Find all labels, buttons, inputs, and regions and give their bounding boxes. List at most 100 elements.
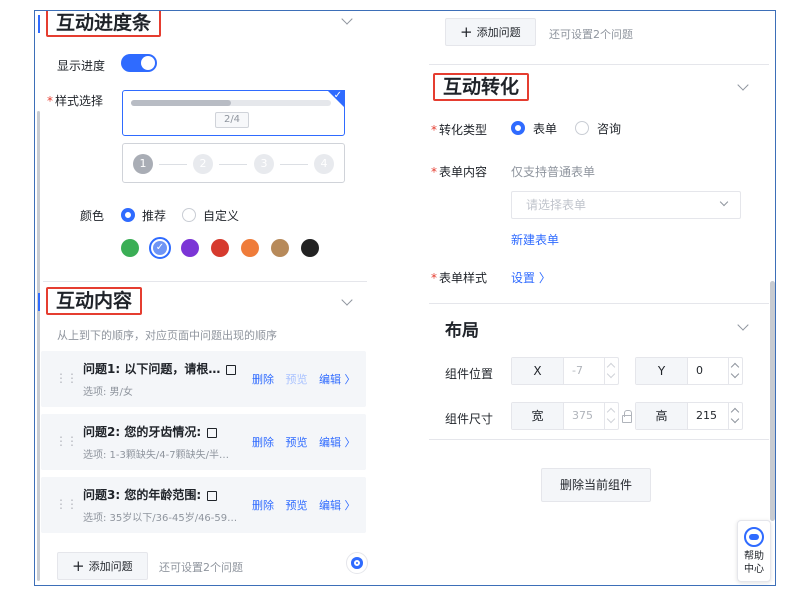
type-form-label: 表单 [533,122,558,136]
step-connector [159,164,187,165]
add-question-button[interactable]: + 添加问题 [445,18,536,46]
question-actions: 删除 预览 编辑 〉 [252,371,364,387]
color-swatch[interactable] [271,239,289,257]
height-stepper[interactable] [728,403,742,429]
style-option-bar[interactable]: 2/4 ✓ [122,90,345,136]
show-progress-toggle[interactable] [121,54,157,72]
right-scrollbar[interactable] [770,281,775,521]
drag-handle-icon[interactable]: ⋮⋮ [55,371,78,385]
color-swatch[interactable] [121,239,139,257]
drag-handle-icon[interactable]: ⋮⋮ [55,434,78,448]
edit-icon[interactable] [226,364,237,375]
question-item[interactable]: ⋮⋮ 问题1: 以下问题，请根… 选项: 男/女 删除 预览 编辑 〉 [41,351,366,407]
width-value: 375 [572,409,593,422]
edit-link[interactable]: 编辑 〉 [319,499,356,512]
chevron-down-icon[interactable] [737,319,749,331]
delete-link[interactable]: 删除 [252,436,274,449]
step-4: 4 [314,154,334,174]
form-content-hint: 仅支持普通表单 [511,165,596,179]
size-height-input[interactable]: 高 215 [635,402,743,430]
progress-section-title: 互动进度条 [46,11,162,37]
width-stepper[interactable] [604,403,618,429]
lock-icon[interactable] [622,410,632,423]
plus-icon: + [72,557,85,575]
chevron-down-icon[interactable] [341,13,353,25]
show-progress-label: 显示进度 [57,59,106,73]
chevron-down-icon[interactable] [341,294,353,306]
edit-link[interactable]: 编辑 〉 [319,436,356,449]
question-options: 选项: 35岁以下/36-45岁/46-59… [83,513,238,524]
width-key: 宽 [512,403,564,429]
help-label-line1: 帮助 [744,551,764,562]
preview-link[interactable]: 预览 [286,436,308,449]
height-key: 高 [636,403,688,429]
color-swatch[interactable] [301,239,319,257]
type-consult-label: 咨询 [597,122,622,136]
delete-link[interactable]: 删除 [252,499,274,512]
right-panel: + 添加问题 还可设置2个问题 互动转化 * 转化类型 表单 咨询 * 表单内容 仅支… [419,11,775,585]
question-title: 问题1: 以下问题，请根… [83,360,237,377]
color-custom-label: 自定义 [203,209,240,223]
x-key: X [512,358,564,384]
edit-icon[interactable] [207,490,218,501]
drag-handle-icon[interactable]: ⋮⋮ [55,497,78,511]
type-consult-radio[interactable] [575,121,589,135]
type-form-radio[interactable] [511,121,525,135]
color-swatch[interactable] [181,239,199,257]
question-item[interactable]: ⋮⋮ 问题2: 您的牙齿情况: 选项: 1-3颗缺失/4-7颗缺失/半… 删除 … [41,414,366,470]
help-bot-icon [744,527,764,547]
edit-link[interactable]: 编辑 〉 [319,373,356,386]
edit-icon[interactable] [207,427,218,438]
step-1: 1 [133,154,153,174]
help-center-button[interactable]: 帮助 中心 [737,520,771,582]
section-marker [38,15,40,33]
left-scrollbar[interactable] [37,111,40,581]
question-options: 选项: 1-3颗缺失/4-7颗缺失/半… [83,450,229,461]
size-width-input[interactable]: 宽 375 [511,402,619,430]
color-swatch[interactable] [241,239,259,257]
color-swatch[interactable] [211,239,229,257]
preview-link[interactable]: 预览 [286,499,308,512]
question-options: 选项: 男/女 [83,387,133,398]
editor-frame: 互动进度条 显示进度 * 样式选择 2/4 ✓ 1 2 3 4 颜色 推荐 自定义… [34,10,776,586]
divider [429,439,769,440]
add-question-hint: 还可设置2个问题 [159,561,243,574]
form-style-settings-link[interactable]: 设置 〉 [511,269,551,286]
assistant-icon[interactable] [346,552,368,574]
layout-section-title: 布局 [445,321,479,341]
chevron-down-icon[interactable] [737,79,749,91]
form-content-label: * 表单内容 [431,165,488,179]
delete-component-button[interactable]: 删除当前组件 [541,468,651,502]
question-actions: 删除 预览 编辑 〉 [252,434,364,450]
y-key: Y [636,358,688,384]
form-select[interactable]: 请选择表单 [511,191,741,219]
x-value: -7 [572,364,583,377]
question-actions: 删除 预览 编辑 〉 [252,497,364,513]
form-style-label: * 表单样式 [431,271,488,285]
color-swatch[interactable]: ✓ [149,237,171,259]
new-form-link[interactable]: 新建表单 [511,231,559,248]
color-custom-radio[interactable] [182,208,196,222]
style-option-steps[interactable]: 1 2 3 4 [122,143,345,183]
color-recommended-radio[interactable] [121,208,135,222]
preview-link[interactable]: 预览 [286,373,308,386]
add-question-button[interactable]: + 添加问题 [57,552,148,580]
content-section-title: 互动内容 [46,287,143,315]
y-stepper[interactable] [728,358,742,384]
question-item[interactable]: ⋮⋮ 问题3: 您的年龄范围: 选项: 35岁以下/36-45岁/46-59… … [41,477,366,533]
step-3: 3 [254,154,274,174]
question-title: 问题3: 您的年龄范围: [83,486,218,503]
conversion-section-title: 互动转化 [433,73,530,101]
question-title: 问题2: 您的牙齿情况: [83,423,218,440]
step-2: 2 [193,154,213,174]
style-label: * 样式选择 [47,94,104,108]
position-x-input[interactable]: X -7 [511,357,619,385]
delete-link[interactable]: 删除 [252,373,274,386]
x-stepper[interactable] [604,358,618,384]
check-icon: ✓ [333,90,342,101]
height-value: 215 [696,409,717,422]
position-y-input[interactable]: Y 0 [635,357,743,385]
conversion-type-label: * 转化类型 [431,123,488,137]
divider [429,64,769,65]
section-marker [38,293,40,311]
